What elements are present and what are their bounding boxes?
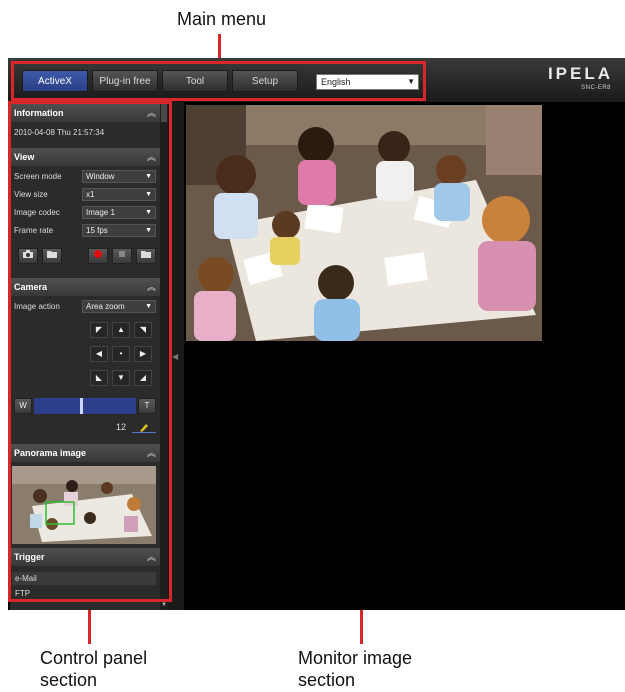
control-panel-callout-line1: Control panel — [40, 648, 148, 668]
monitor-image-callout-line2: section — [298, 670, 356, 690]
monitor-video-frame — [186, 105, 542, 341]
monitor-image[interactable] — [186, 105, 542, 341]
collapse-left-icon[interactable]: ◀ — [172, 352, 178, 361]
monitor-image-callout-line1: Monitor image — [298, 648, 413, 668]
control-panel-callout-line2: section — [40, 670, 98, 690]
brand-logo: IPELA — [547, 64, 613, 83]
scroll-down-icon[interactable]: ▼ — [160, 602, 168, 610]
main-menu-callout: Main menu — [177, 9, 267, 29]
main-menu-callout-line — [218, 34, 221, 59]
control-panel-highlight — [8, 101, 172, 602]
main-menu-highlight — [11, 61, 426, 101]
model-name: SNC-ER8 — [581, 85, 611, 91]
